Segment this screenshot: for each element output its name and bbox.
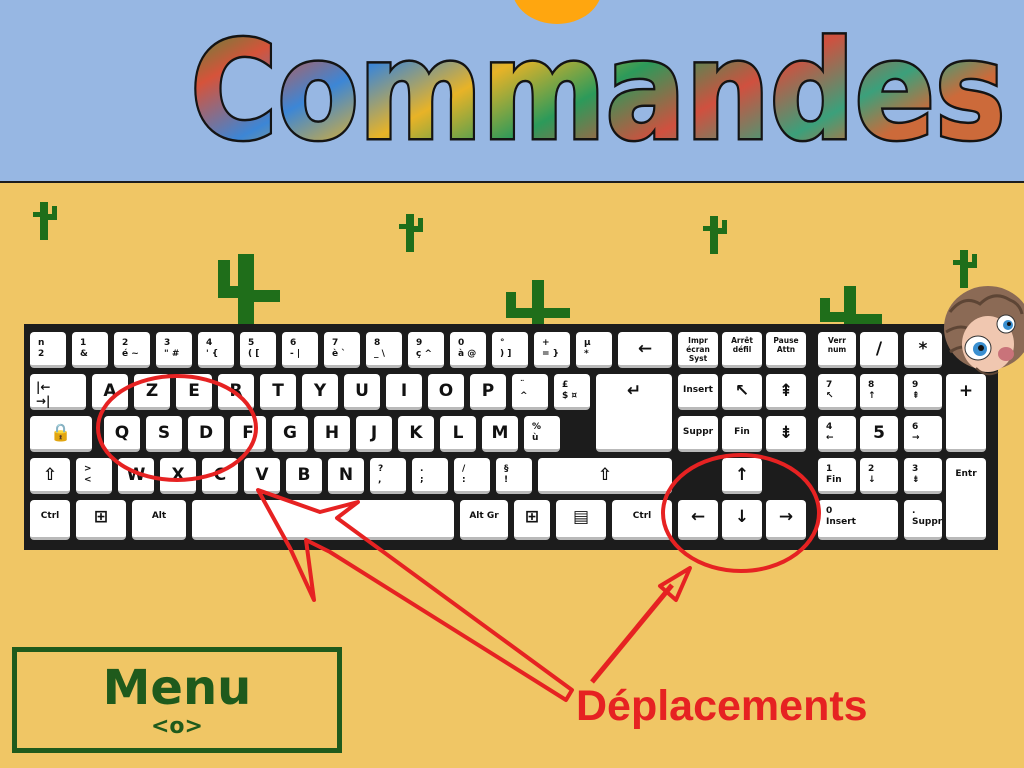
movement-label: Déplacements — [576, 682, 868, 730]
pangolin-mascot — [944, 286, 1024, 376]
menu-label: Menu — [102, 660, 252, 716]
menu-button[interactable]: Menu <o> — [12, 647, 342, 753]
wasd-highlight-circle — [96, 374, 258, 482]
menu-key-hint: <o> — [151, 714, 203, 739]
arrow-to-arrow-keys — [590, 583, 674, 684]
arrow-keys-highlight-circle — [661, 453, 821, 573]
